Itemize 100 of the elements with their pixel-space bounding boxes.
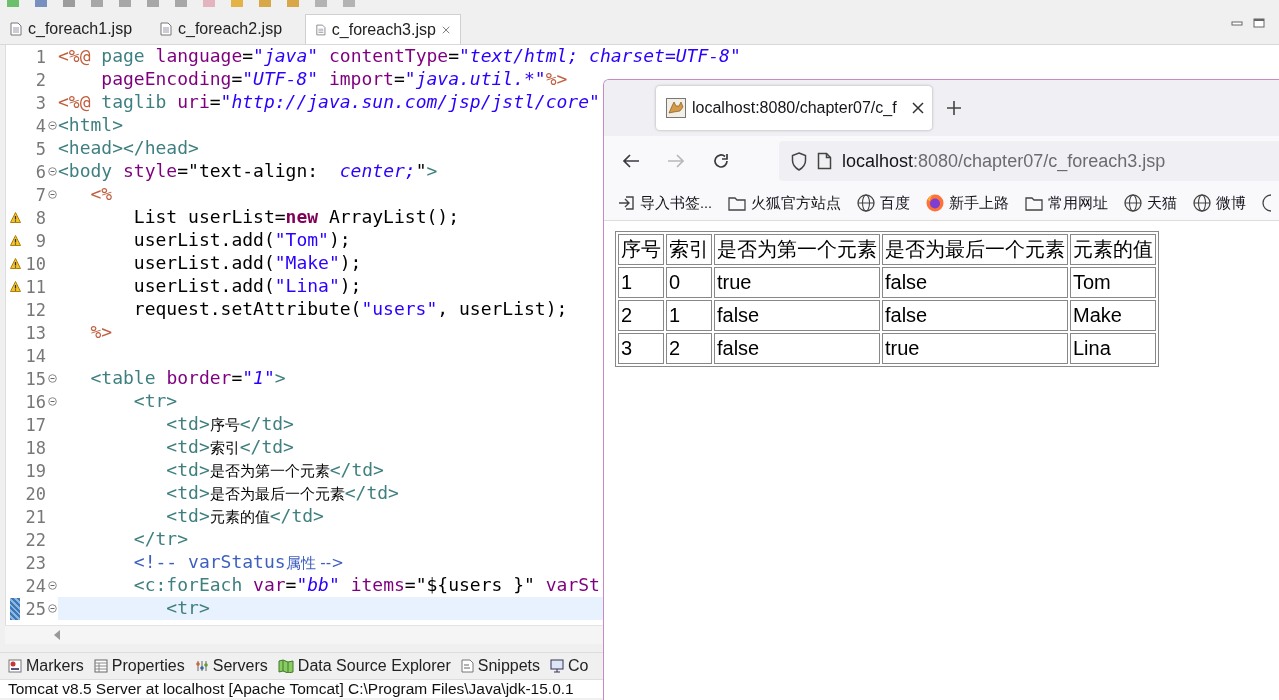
line-number: 5 <box>34 138 46 159</box>
console-icon <box>550 659 565 673</box>
snippets-icon <box>460 659 474 673</box>
line-number: 15 <box>24 368 46 389</box>
fold-icon[interactable] <box>47 167 57 176</box>
fold-icon[interactable] <box>47 604 57 613</box>
editor-tab[interactable]: c_foreach2.jsp <box>150 14 305 44</box>
line-number: 19 <box>24 460 46 481</box>
code-line: <%@ taglib uri="http://java.sun.com/jsp/jstl/core" <box>58 91 600 114</box>
globe-icon <box>1124 194 1143 212</box>
line-number: 17 <box>24 414 46 435</box>
bookmark[interactable]: 火狐官方站点 <box>728 193 842 213</box>
new-tab-icon[interactable] <box>946 100 962 116</box>
code-line: <html> <box>58 114 124 137</box>
view-tab[interactable]: Properties <box>93 657 185 675</box>
code-line: <td>序号</td> <box>165 413 294 436</box>
fold-icon[interactable] <box>47 121 57 130</box>
page-icon <box>817 152 832 170</box>
code-line: pageEncoding="UTF-8" import="java.util.*"%> <box>100 68 568 91</box>
file-icon <box>10 22 22 36</box>
fold-icon[interactable] <box>47 581 57 590</box>
editor-tab[interactable]: c_foreach1.jsp <box>0 14 150 44</box>
back-icon[interactable] <box>622 153 640 169</box>
globe-icon[interactable] <box>1262 194 1272 212</box>
address-field[interactable]: localhost:8080/chapter07/c_foreach3.jsp <box>779 141 1279 181</box>
code-line: </tr> <box>132 528 189 551</box>
view-tab[interactable]: Markers <box>8 657 84 675</box>
table-cell: false <box>714 333 880 364</box>
line-number: 2 <box>34 69 46 90</box>
code-line: <td>是否为最后一个元素</td> <box>165 482 399 505</box>
map-icon <box>277 659 294 673</box>
line-number: 8 <box>34 207 46 228</box>
file-icon <box>160 22 172 36</box>
line-number: 22 <box>24 529 46 550</box>
code-line: <table border="1"> <box>89 367 286 390</box>
line-number: 9 <box>34 230 46 251</box>
table-cell: 索引 <box>666 234 712 265</box>
line-number: 21 <box>24 506 46 527</box>
code-line: <body style="text-align: center;"> <box>58 160 438 183</box>
code-line: <td>索引</td> <box>165 436 294 459</box>
bookmark[interactable]: 微博 <box>1193 193 1247 213</box>
table-cell: 是否为第一个元素 <box>714 234 880 265</box>
table-cell: 2 <box>618 300 664 331</box>
table-cell: false <box>882 267 1068 298</box>
code-line: <td>是否为第一个元素</td> <box>165 459 384 482</box>
file-icon <box>316 22 326 37</box>
maximize-icon[interactable] <box>1253 18 1265 28</box>
line-number: 11 <box>24 276 46 297</box>
line-number: 16 <box>24 391 46 412</box>
code-line: userList.add("Lina"); <box>132 275 362 298</box>
line-number: 4 <box>34 115 46 136</box>
line-number: 18 <box>24 437 46 458</box>
editor-tab[interactable]: c_foreach3.jsp <box>305 14 461 44</box>
close-icon[interactable] <box>912 102 924 114</box>
code-line: <td>元素的值</td> <box>165 505 324 528</box>
table-cell: 0 <box>666 267 712 298</box>
view-tab[interactable]: Snippets <box>460 657 541 675</box>
bookmark[interactable]: 百度 <box>857 193 911 213</box>
line-number: 23 <box>24 552 46 573</box>
line-number: 25 <box>24 598 46 619</box>
code-line: userList.add("Tom"); <box>132 229 351 252</box>
table-cell: 是否为最后一个元素 <box>882 234 1068 265</box>
view-tab[interactable]: Servers <box>194 657 268 675</box>
minimize-icon[interactable] <box>1231 18 1243 28</box>
line-number: 14 <box>24 345 46 366</box>
bookmark[interactable]: 常用网址 <box>1025 193 1109 213</box>
bookmark[interactable]: 天猫 <box>1124 193 1178 213</box>
markers-icon <box>8 659 22 673</box>
import-icon <box>618 195 635 211</box>
code-line: List userList=new ArrayList(); <box>132 206 459 229</box>
shield-icon <box>791 151 807 171</box>
table-cell: 1 <box>666 300 712 331</box>
code-line: <%@ page language="java" contentType="text/html; charset=UTF-8" <box>58 45 741 68</box>
code-line: <!-- varStatus属性 --> <box>132 551 344 574</box>
view-tab[interactable]: Co <box>550 657 589 675</box>
code-line: <head></head> <box>58 137 199 160</box>
scroll-left-icon[interactable] <box>53 630 61 640</box>
bookmark[interactable]: 新手上路 <box>926 193 1010 213</box>
reload-icon[interactable] <box>712 152 730 170</box>
line-number: 24 <box>24 575 46 596</box>
fold-icon[interactable] <box>47 397 57 406</box>
table-cell: false <box>714 300 880 331</box>
servers-icon <box>194 659 209 673</box>
view-tab[interactable]: Data Source Explorer <box>277 657 451 675</box>
fold-icon[interactable] <box>47 190 57 199</box>
code-line: userList.add("Make"); <box>132 252 362 275</box>
bookmark[interactable]: 导入书签... <box>618 193 713 213</box>
table-cell: 3 <box>618 333 664 364</box>
line-number: 6 <box>34 161 46 182</box>
globe-icon <box>857 194 876 212</box>
code-line: <c:forEach var="bb" items="${users }" varSt <box>132 574 600 597</box>
table-cell: 元素的值 <box>1070 234 1156 265</box>
code-line: request.setAttribute("users", userList); <box>132 298 568 321</box>
browser-tab[interactable]: localhost:8080/chapter07/c_f <box>656 86 932 130</box>
fold-icon[interactable] <box>47 374 57 383</box>
table-cell: false <box>882 300 1068 331</box>
table-icon <box>93 659 108 673</box>
globe-icon <box>1193 194 1212 212</box>
table-cell: 2 <box>666 333 712 364</box>
code-line: %> <box>89 321 113 344</box>
